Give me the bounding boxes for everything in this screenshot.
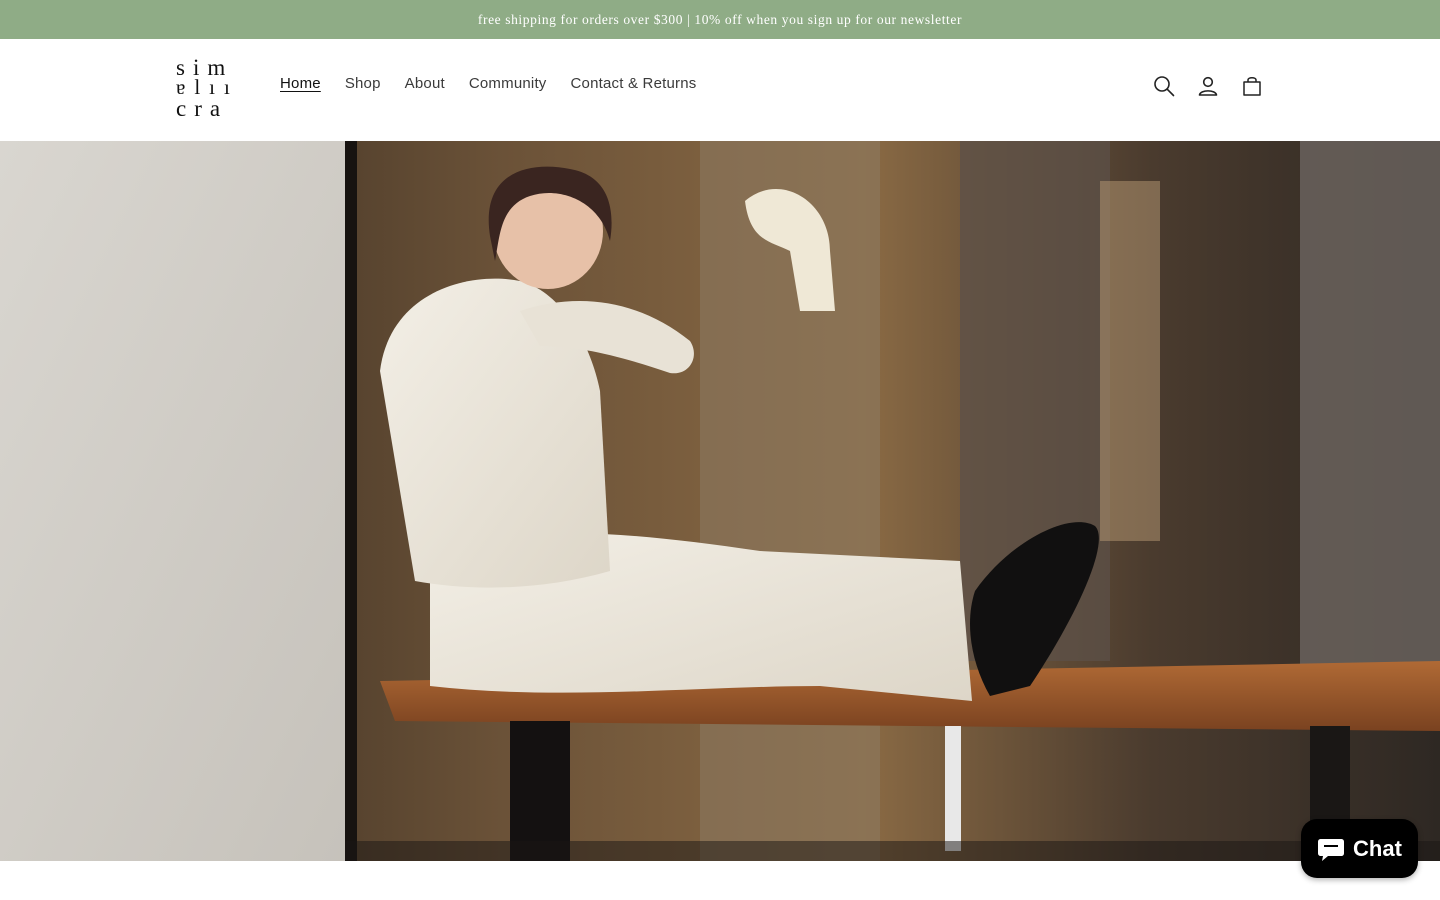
site-header: sim ɐlıı cra Home Shop About Community C… xyxy=(0,39,1440,141)
chat-label: Chat xyxy=(1353,835,1402,861)
cart-icon xyxy=(1243,77,1261,96)
hero-banner xyxy=(0,141,1440,861)
search-button[interactable] xyxy=(1148,70,1180,102)
chat-bubble-icon xyxy=(1317,836,1345,862)
chat-button[interactable]: Chat xyxy=(1301,819,1418,878)
hero-photo xyxy=(0,141,1440,861)
announcement-bar: free shipping for orders over $300 | 10%… xyxy=(0,0,1440,39)
search-icon xyxy=(1154,76,1175,97)
account-icon xyxy=(1198,76,1218,96)
nav-item-contact-returns[interactable]: Contact & Returns xyxy=(571,75,697,92)
nav-item-home[interactable]: Home xyxy=(280,75,321,92)
header-icons xyxy=(1148,70,1280,102)
main-nav: Home Shop About Community Contact & Retu… xyxy=(280,75,720,92)
nav-item-shop[interactable]: Shop xyxy=(345,75,381,92)
nav-item-about[interactable]: About xyxy=(405,75,445,92)
announcement-text: free shipping for orders over $300 | 10%… xyxy=(477,11,963,27)
brand-logo[interactable]: sim ɐlıı cra xyxy=(176,56,240,122)
cart-button[interactable] xyxy=(1236,70,1268,102)
account-button[interactable] xyxy=(1192,70,1224,102)
logo-line-2: ɐlıı xyxy=(176,75,239,99)
nav-item-community[interactable]: Community xyxy=(469,75,547,92)
logo-line-3: cra xyxy=(176,96,229,121)
